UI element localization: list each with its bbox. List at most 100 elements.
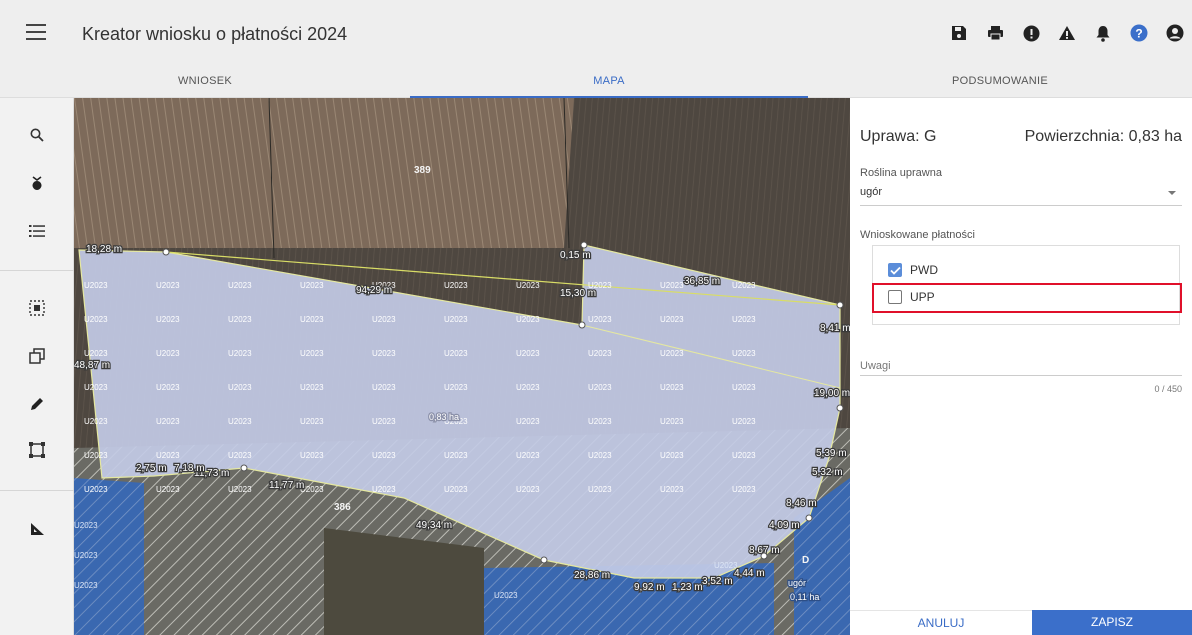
measure-icon[interactable] — [25, 517, 49, 541]
dimension-label: 18,28 m — [86, 244, 122, 255]
crop-fill-label: U2023 — [516, 281, 540, 290]
tab-podsumowanie[interactable]: PODSUMOWANIE — [808, 66, 1192, 98]
crop-fill-label: U2023 — [444, 281, 468, 290]
dimension-label: 8,46 m — [786, 498, 817, 509]
crop-fill-label: U2023 — [228, 315, 252, 324]
crop-fill-label: U2023 — [660, 281, 684, 290]
crop-fill-label: U2023 — [732, 315, 756, 324]
crop-fill-label: U2023 — [516, 485, 540, 494]
dimension-label: 4,09 m — [769, 520, 800, 531]
crop-fill-label: U2023 — [156, 451, 180, 460]
crop-fill-label: U2023 — [84, 349, 108, 358]
map-canvas[interactable]: 389 386 D U2023 U2023 U2023 U2023 U2023 U2023 U20… — [74, 98, 850, 635]
payment-pwd-option[interactable]: PWD — [888, 263, 938, 277]
vertex-handle[interactable] — [540, 556, 548, 564]
vertex-handle[interactable] — [580, 241, 588, 249]
copy-shape-icon[interactable] — [25, 344, 49, 368]
area-title: Powierzchnia: 0,83 ha — [1024, 128, 1182, 145]
crop-fill-label: U2023 — [228, 451, 252, 460]
dimension-label: 0,15 m — [560, 250, 591, 261]
crop-fill-label: U2023 — [156, 383, 180, 392]
dimension-label: 8,41 m — [820, 323, 850, 334]
dimension-label: 48,87 m — [74, 360, 110, 371]
crop-fill-label: U2023 — [74, 551, 98, 560]
vertex-handle[interactable] — [162, 248, 170, 256]
payments-label: Wnioskowane płatności — [860, 229, 975, 241]
crop-fill-label: U2023 — [84, 315, 108, 324]
info-alert-icon[interactable] — [1020, 22, 1042, 44]
crop-fill-label: U2023 — [156, 417, 180, 426]
vertex-handle[interactable] — [578, 321, 586, 329]
dimension-label: 5,39 m — [816, 448, 847, 459]
crop-fill-label: U2023 — [516, 315, 540, 324]
parcel-area-label: 0,83 ha — [429, 412, 459, 422]
vertex-handle[interactable] — [836, 301, 844, 309]
crop-fill-label: U2023 — [372, 349, 396, 358]
notes-counter: 0 / 450 — [1154, 384, 1182, 394]
hamburger-menu-icon[interactable] — [26, 24, 46, 44]
parcel-number-label: D — [802, 555, 809, 566]
crop-fill-label: U2023 — [516, 451, 540, 460]
draw-rectangle-icon[interactable] — [25, 438, 49, 462]
plant-label: Roślina uprawna — [860, 167, 942, 179]
crop-fill-label: U2023 — [300, 417, 324, 426]
layers-list-icon[interactable] — [25, 219, 49, 243]
notes-input[interactable]: Uwagi — [860, 360, 1182, 376]
crop-fill-label: U2023 — [516, 383, 540, 392]
crop-fill-label: U2023 — [732, 281, 756, 290]
crop-fill-label: U2023 — [300, 349, 324, 358]
select-area-icon[interactable] — [25, 296, 49, 320]
crop-fill-label: U2023 — [588, 451, 612, 460]
crop-fill-label: U2023 — [372, 451, 396, 460]
search-icon[interactable] — [25, 123, 49, 147]
vertex-handle[interactable] — [760, 552, 768, 560]
dimension-label: 28,86 m — [574, 570, 610, 581]
dimension-label: 11,77 m — [269, 480, 304, 491]
crop-fill-label: U2023 — [372, 417, 396, 426]
crop-fill-label: U2023 — [156, 281, 180, 290]
edit-pencil-icon[interactable] — [25, 391, 49, 415]
crop-fill-label: U2023 — [228, 417, 252, 426]
crop-fill-label: U2023 — [732, 417, 756, 426]
parcel-area-label: 0,11 ha — [790, 592, 819, 602]
account-icon[interactable] — [1164, 22, 1186, 44]
crop-fill-label: U2023 — [84, 281, 108, 290]
crop-fill-label: U2023 — [228, 349, 252, 358]
notification-bell-icon[interactable] — [1092, 22, 1114, 44]
crop-fill-label: U2023 — [84, 451, 108, 460]
tab-mapa[interactable]: MAPA — [410, 66, 808, 98]
dimension-label: 5,32 m — [812, 467, 843, 478]
plant-value: ugór — [860, 186, 883, 198]
crop-fill-label: U2023 — [300, 281, 324, 290]
help-icon[interactable]: ? — [1128, 22, 1150, 44]
crop-fill-label: U2023 — [660, 383, 684, 392]
crop-fill-label: U2023 — [372, 315, 396, 324]
crop-fill-label: U2023 — [660, 417, 684, 426]
tab-wniosek[interactable]: WNIOSEK — [0, 66, 410, 98]
crop-fill-label: U2023 — [588, 417, 612, 426]
app-bar: Kreator wniosku o płatności 2024 ? — [0, 0, 1192, 66]
checkbox-checked-icon[interactable] — [888, 263, 902, 277]
crop-fill-label: U2023 — [588, 485, 612, 494]
dimension-label: 7,18 m — [174, 463, 205, 474]
crop-fill-label: U2023 — [228, 485, 252, 494]
crop-fill-label: U2023 — [444, 485, 468, 494]
warning-icon[interactable] — [1056, 22, 1078, 44]
crop-fill-label: U2023 — [732, 451, 756, 460]
map-view[interactable]: 389 386 D U2023 U2023 U2023 U2023 U2023 U2023 U20… — [74, 98, 850, 635]
crop-fill-label: U2023 — [300, 383, 324, 392]
vertex-handle[interactable] — [836, 404, 844, 412]
crop-fill-label: U2023 — [300, 451, 324, 460]
vertex-handle[interactable] — [240, 464, 248, 472]
crop-fill-label: U2023 — [372, 485, 396, 494]
plant-select[interactable]: ugór — [860, 186, 1182, 206]
map-toolbar — [0, 98, 74, 635]
vertex-handle[interactable] — [805, 514, 813, 522]
notes-label: Uwagi — [860, 360, 891, 372]
cancel-button[interactable]: ANULUJ — [850, 610, 1032, 635]
crop-name-label: ugór — [788, 578, 806, 588]
save-icon[interactable] — [948, 22, 970, 44]
save-button[interactable]: ZAPISZ — [1032, 610, 1192, 635]
crop-marker-icon[interactable] — [25, 171, 49, 195]
print-icon[interactable] — [984, 22, 1006, 44]
